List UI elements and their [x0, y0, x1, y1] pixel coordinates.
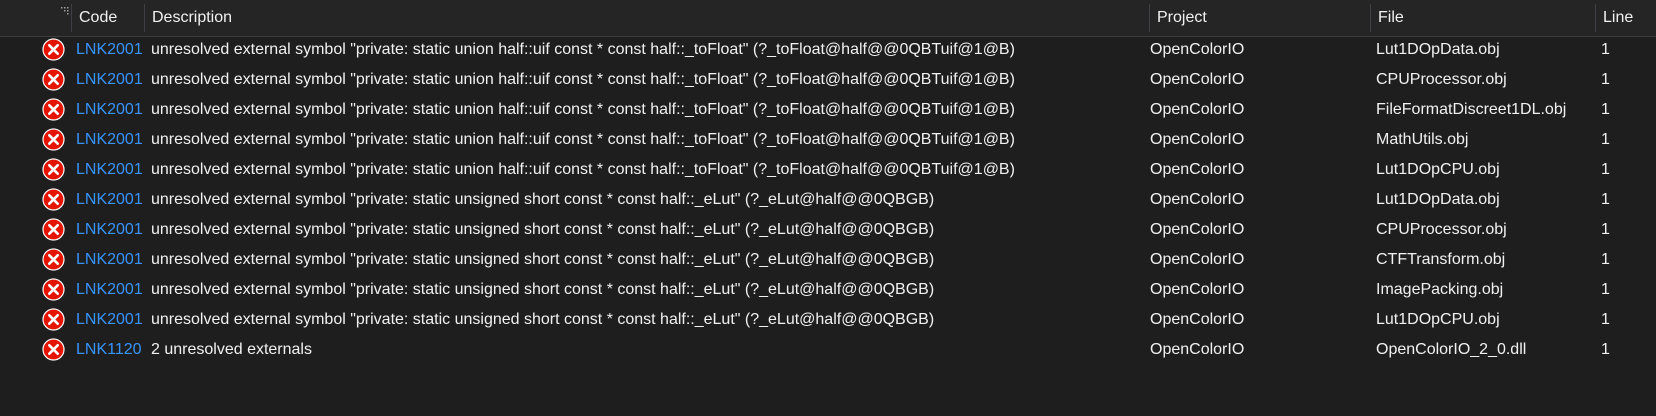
error-code-link[interactable]: LNK2001 [76, 34, 146, 65]
error-description: unresolved external symbol "private: sta… [151, 101, 1015, 118]
column-header-row: Code Description Project File Line [0, 0, 1656, 37]
error-line: 1 [1601, 341, 1610, 358]
error-file: Lut1DOpData.obj [1376, 41, 1500, 58]
error-file: MathUtils.obj [1376, 131, 1469, 148]
error-row[interactable]: LNK2001 unresolved external symbol "priv… [0, 304, 1656, 335]
error-icon [42, 98, 65, 121]
error-row[interactable]: LNK2001 unresolved external symbol "priv… [0, 214, 1656, 245]
error-description: unresolved external symbol "private: sta… [151, 221, 935, 238]
error-line: 1 [1601, 221, 1610, 238]
error-description: unresolved external symbol "private: sta… [151, 191, 935, 208]
error-code-link[interactable]: LNK2001 [76, 64, 146, 95]
error-icon [42, 218, 65, 241]
error-code-link[interactable]: LNK2001 [76, 304, 146, 335]
error-line: 1 [1601, 161, 1610, 178]
error-file: CTFTransform.obj [1376, 251, 1506, 268]
error-line: 1 [1601, 131, 1610, 148]
error-project: OpenColorIO [1150, 281, 1245, 298]
error-file: Lut1DOpCPU.obj [1376, 311, 1500, 328]
error-code-link[interactable]: LNK2001 [76, 94, 146, 125]
error-row[interactable]: LNK2001 unresolved external symbol "priv… [0, 244, 1656, 275]
error-file: OpenColorIO_2_0.dll [1376, 341, 1527, 358]
error-description: unresolved external symbol "private: sta… [151, 41, 1015, 58]
error-code-link[interactable]: LNK2001 [76, 214, 146, 245]
error-line: 1 [1601, 281, 1610, 298]
error-icon [42, 68, 65, 91]
error-file: Lut1DOpCPU.obj [1376, 161, 1500, 178]
error-row[interactable]: LNK2001 unresolved external symbol "priv… [0, 274, 1656, 305]
error-icon [42, 308, 65, 331]
column-options-icon[interactable] [60, 6, 70, 16]
error-project: OpenColorIO [1150, 161, 1245, 178]
error-project: OpenColorIO [1150, 341, 1245, 358]
error-project: OpenColorIO [1150, 71, 1245, 88]
error-file: FileFormatDiscreet1DL.obj [1376, 101, 1567, 118]
error-icon [42, 278, 65, 301]
error-icon [42, 248, 65, 271]
column-header-project[interactable]: Project [1149, 0, 1369, 36]
error-row[interactable]: LNK1120 2 unresolved externals OpenColor… [0, 334, 1656, 365]
error-line: 1 [1601, 41, 1610, 58]
error-line: 1 [1601, 311, 1610, 328]
error-line: 1 [1601, 71, 1610, 88]
error-project: OpenColorIO [1150, 311, 1245, 328]
column-header-file[interactable]: File [1370, 0, 1590, 36]
error-line: 1 [1601, 191, 1610, 208]
error-code-link[interactable]: LNK1120 [76, 334, 146, 365]
error-description: unresolved external symbol "private: sta… [151, 131, 1015, 148]
error-file: ImagePacking.obj [1376, 281, 1504, 298]
error-project: OpenColorIO [1150, 41, 1245, 58]
error-description: unresolved external symbol "private: sta… [151, 161, 1015, 178]
error-icon [42, 338, 65, 361]
error-row[interactable]: LNK2001 unresolved external symbol "priv… [0, 34, 1656, 65]
error-row[interactable]: LNK2001 unresolved external symbol "priv… [0, 154, 1656, 185]
error-file: CPUProcessor.obj [1376, 71, 1507, 88]
error-description: unresolved external symbol "private: sta… [151, 251, 935, 268]
error-file: Lut1DOpData.obj [1376, 191, 1500, 208]
error-project: OpenColorIO [1150, 101, 1245, 118]
error-row[interactable]: LNK2001 unresolved external symbol "priv… [0, 94, 1656, 125]
error-code-link[interactable]: LNK2001 [76, 124, 146, 155]
error-description: unresolved external symbol "private: sta… [151, 71, 1015, 88]
error-icon [42, 38, 65, 61]
error-row[interactable]: LNK2001 unresolved external symbol "priv… [0, 184, 1656, 215]
error-row[interactable]: LNK2001 unresolved external symbol "priv… [0, 124, 1656, 155]
error-description: unresolved external symbol "private: sta… [151, 311, 935, 328]
error-project: OpenColorIO [1150, 131, 1245, 148]
error-icon [42, 188, 65, 211]
error-code-link[interactable]: LNK2001 [76, 184, 146, 215]
error-project: OpenColorIO [1150, 251, 1245, 268]
error-description: unresolved external symbol "private: sta… [151, 281, 935, 298]
error-project: OpenColorIO [1150, 221, 1245, 238]
error-line: 1 [1601, 101, 1610, 118]
error-icon [42, 158, 65, 181]
error-code-link[interactable]: LNK2001 [76, 244, 146, 275]
error-file: CPUProcessor.obj [1376, 221, 1507, 238]
column-header-description[interactable]: Description [144, 0, 1144, 36]
error-line: 1 [1601, 251, 1610, 268]
error-code-link[interactable]: LNK2001 [76, 154, 146, 185]
error-project: OpenColorIO [1150, 191, 1245, 208]
error-list-grid: Code Description Project File Line LNK20… [0, 0, 1656, 416]
error-code-link[interactable]: LNK2001 [76, 274, 146, 305]
error-description: 2 unresolved externals [151, 341, 312, 358]
error-row[interactable]: LNK2001 unresolved external symbol "priv… [0, 64, 1656, 95]
error-icon [42, 128, 65, 151]
column-header-code[interactable]: Code [71, 0, 146, 36]
column-header-line[interactable]: Line [1595, 0, 1655, 36]
